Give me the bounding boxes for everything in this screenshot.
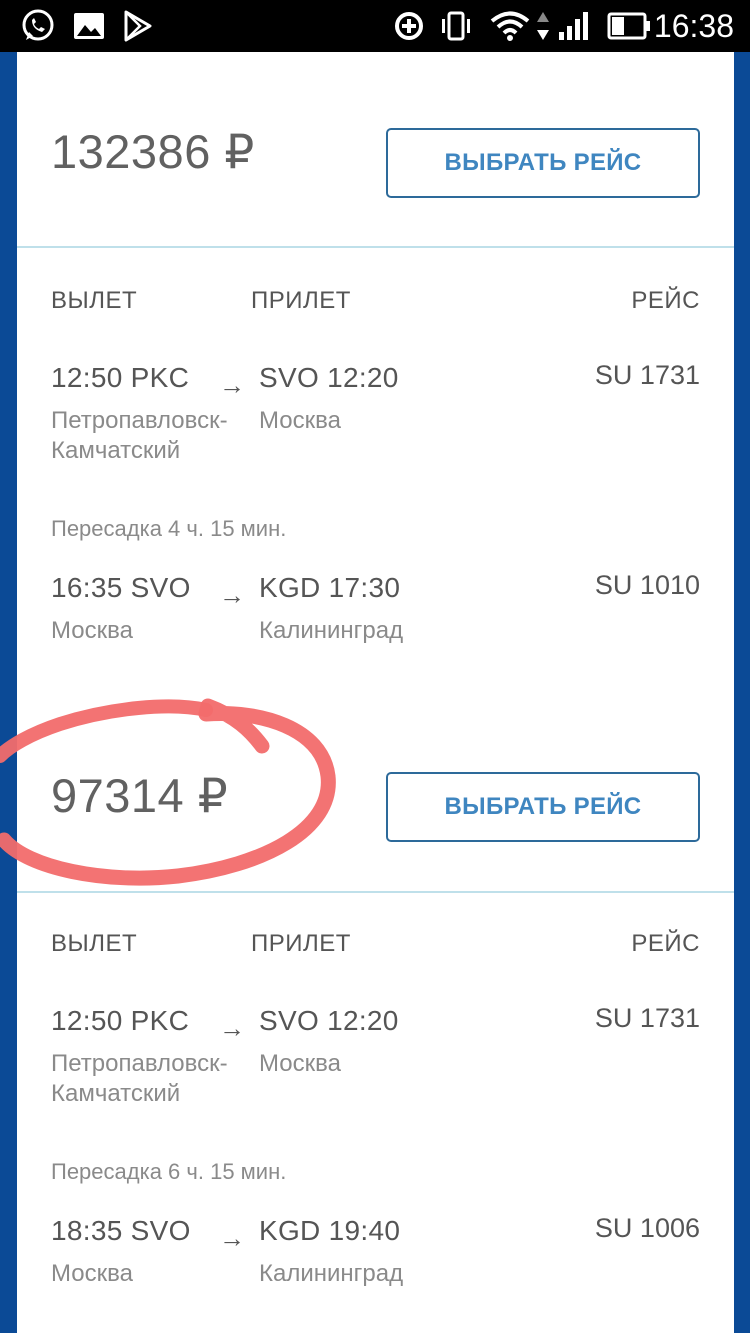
divider (17, 246, 734, 248)
select-flight-button[interactable]: ВЫБРАТЬ РЕЙС (386, 128, 700, 198)
departure-city: Москва (51, 617, 133, 644)
arrival-time: KGD 17:30 (259, 572, 401, 603)
offer-price: 97314 ₽ (51, 769, 229, 822)
arrival-city: Калининград (259, 1260, 404, 1287)
arrival-city: Калининград (259, 617, 404, 644)
departure-city: Петропавловск-Камчатский (51, 1050, 228, 1107)
play-store-icon (122, 8, 154, 44)
column-header-arrival: ПРИЛЕТ (251, 930, 351, 957)
offer-header: 97314 ₽ ВЫБРАТЬ РЕЙС (17, 697, 734, 893)
departure-time: 12:50 PKC (51, 1005, 190, 1036)
divider (17, 891, 734, 893)
transfer-duration: Пересадка 6 ч. 15 мин. (51, 1159, 287, 1184)
flight-number: SU 1731 (594, 1003, 700, 1033)
column-header-departure: ВЫЛЕТ (51, 930, 138, 957)
flight-number: SU 1006 (594, 1213, 700, 1243)
signal-icon (556, 8, 592, 44)
gallery-icon (72, 8, 106, 44)
arrival-time: SVO 12:20 (259, 1005, 399, 1036)
arrival-city: Москва (259, 1050, 341, 1077)
arrow-right-icon: → (219, 1013, 245, 1043)
flight-number: SU 1731 (594, 360, 700, 390)
arrival-time: KGD 19:40 (259, 1215, 401, 1246)
arrow-right-icon: → (219, 370, 245, 400)
arrival-city: Москва (259, 407, 341, 434)
flight-number: SU 1010 (594, 570, 700, 600)
status-bar: 16:38 (0, 0, 750, 52)
data-activity-icon (534, 8, 552, 44)
column-header-arrival: ПРИЛЕТ (251, 287, 351, 314)
column-header-departure: ВЫЛЕТ (51, 287, 138, 314)
offer-header: 132386 ₽ ВЫБРАТЬ РЕЙС (17, 52, 734, 248)
data-saver-icon (392, 8, 426, 44)
wifi-icon (490, 8, 530, 44)
select-flight-button[interactable]: ВЫБРАТЬ РЕЙС (386, 772, 700, 842)
transfer-duration: Пересадка 4 ч. 15 мин. (51, 516, 287, 541)
departure-city: Москва (51, 1260, 133, 1287)
clock: 16:38 (653, 8, 734, 44)
column-header-flight: РЕЙС (631, 930, 700, 957)
vibrate-icon (438, 8, 474, 44)
flight-results-list: 132386 ₽ ВЫБРАТЬ РЕЙС ВЫЛЕТ ПРИЛЕТ РЕЙС … (17, 52, 734, 1333)
departure-time: 16:35 SVO (51, 572, 191, 603)
departure-time: 18:35 SVO (51, 1215, 191, 1246)
battery-icon (606, 8, 652, 44)
offer-price: 132386 ₽ (51, 125, 255, 178)
arrival-time: SVO 12:20 (259, 362, 399, 393)
column-header-flight: РЕЙС (631, 287, 700, 314)
whatsapp-icon (18, 8, 58, 44)
arrow-right-icon: → (219, 580, 245, 610)
departure-city: Петропавловск-Камчатский (51, 407, 228, 464)
arrow-right-icon: → (219, 1223, 245, 1253)
departure-time: 12:50 PKC (51, 362, 190, 393)
